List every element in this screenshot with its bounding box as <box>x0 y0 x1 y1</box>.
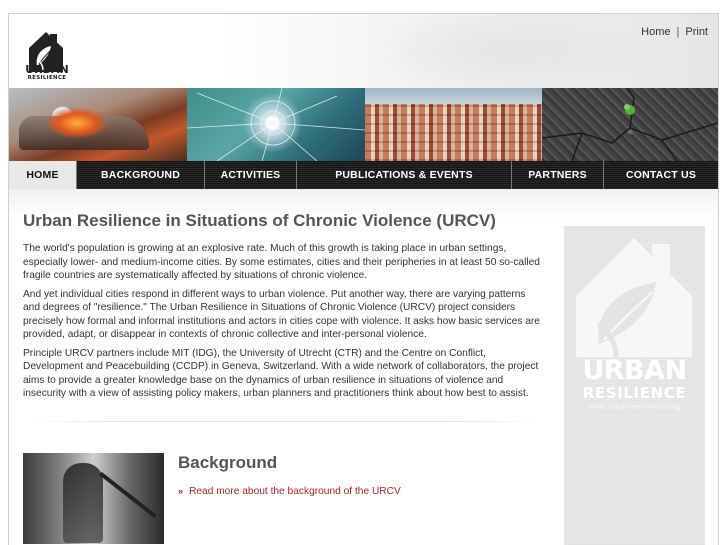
nav-activities[interactable]: ACTIVITIES <box>205 161 297 189</box>
photo-figure <box>63 463 103 543</box>
banner-photo-cracked-ground <box>542 88 718 161</box>
main-nav: HOME BACKGROUND ACTIVITIES PUBLICATIONS … <box>9 161 718 189</box>
intro-paragraph-1: The world's population is growing at an … <box>23 243 540 281</box>
logo-line-urban: URBAN <box>25 63 69 76</box>
site-header: URBAN RESILIENCE Home | Print <box>9 14 718 96</box>
sidebar-line-urban: URBAN <box>582 355 687 386</box>
sidebar-house-leaf-icon <box>576 238 692 357</box>
sidebar-line-url: www.urbanresilience.org <box>587 403 682 411</box>
page-frame: URBAN RESILIENCE Home | Print HOME BACKG… <box>8 13 719 545</box>
favela-sky <box>365 88 542 104</box>
link-separator: | <box>676 26 680 38</box>
photo-rifle <box>99 471 157 519</box>
favela-rows <box>365 104 542 161</box>
intro-paragraph-3: Principle URCV partners include MIT (IDG… <box>23 347 539 400</box>
section-divider <box>23 421 543 422</box>
glass-crack-lines <box>187 88 365 161</box>
sidebar-wordmark: URBAN RESILIENCE www.urbanresilience.org <box>564 357 705 411</box>
logo-wordmark: URBAN RESILIENCE <box>23 64 71 82</box>
read-more-label: Read more about the background of the UR… <box>189 486 401 497</box>
double-chevron-right-icon: » <box>178 486 184 496</box>
photo-banner <box>9 88 718 161</box>
intro-paragraph-2: And yet individual cities respond in dif… <box>23 288 540 341</box>
header-watermark <box>369 14 649 96</box>
main-column: Urban Resilience in Situations of Chroni… <box>23 211 543 406</box>
nav-partners[interactable]: PARTNERS <box>512 161 604 189</box>
banner-photo-favela <box>365 88 542 161</box>
fire-shape <box>47 108 107 138</box>
nav-publications-events[interactable]: PUBLICATIONS & EVENTS <box>297 161 512 189</box>
main-content: Urban Resilience in Situations of Chroni… <box>9 189 718 545</box>
logo-line-resilience: RESILIENCE <box>27 75 67 81</box>
nav-home[interactable]: HOME <box>9 161 77 189</box>
banner-photo-shattered-glass <box>187 88 365 161</box>
read-more-background-link[interactable]: » Read more about the background of the U… <box>178 486 401 497</box>
ground-cracks <box>542 88 718 161</box>
background-section-title: Background <box>178 453 278 472</box>
banner-photo-burning-car <box>9 88 187 161</box>
nav-background[interactable]: BACKGROUND <box>77 161 205 189</box>
nav-contact-us[interactable]: CONTACT US <box>604 161 718 189</box>
utility-links: Home | Print <box>641 26 708 38</box>
background-section-photo <box>23 453 164 544</box>
page-title: Urban Resilience in Situations of Chroni… <box>23 211 496 230</box>
sidebar-line-resilience: RESILIENCE <box>582 384 687 402</box>
home-link[interactable]: Home <box>641 26 670 38</box>
print-link[interactable]: Print <box>685 26 708 38</box>
sidebar-logo-panel: URBAN RESILIENCE www.urbanresilience.org <box>564 226 705 545</box>
